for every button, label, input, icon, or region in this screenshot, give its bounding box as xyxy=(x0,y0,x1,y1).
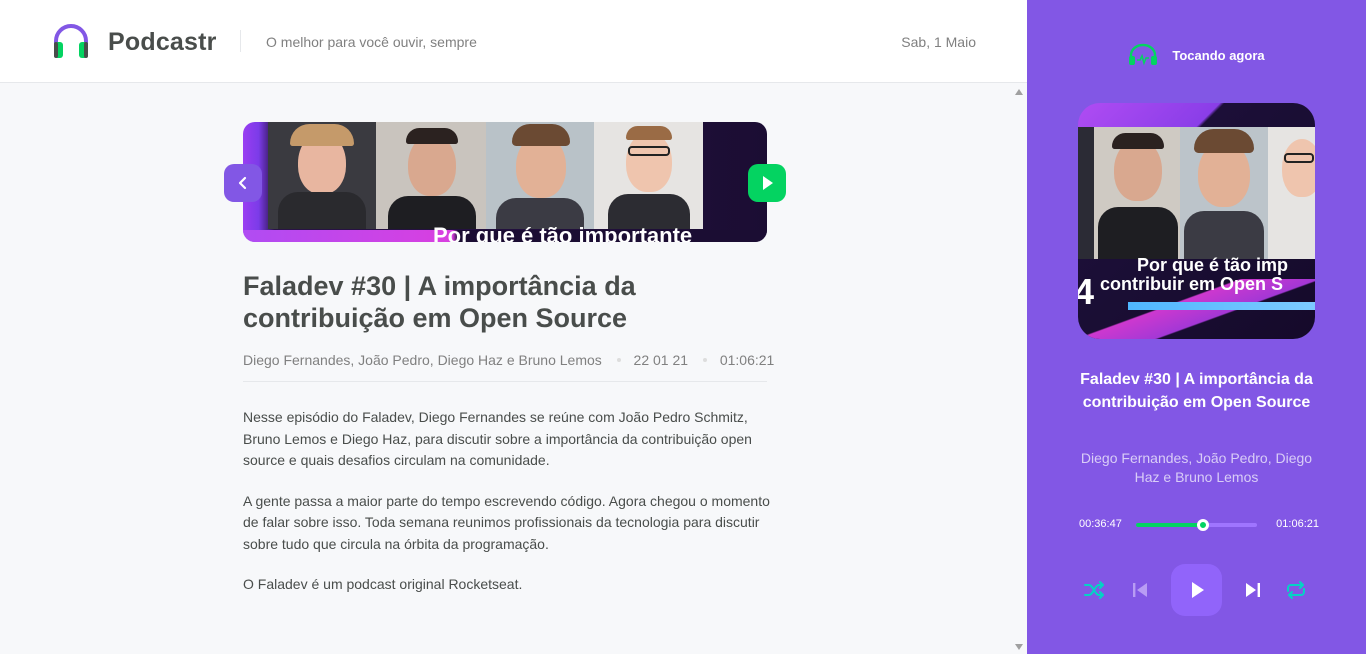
player-episode-title: Faladev #30 | A importância da contribui… xyxy=(1080,371,1313,411)
cover-stripe xyxy=(1128,302,1315,310)
repeat-button[interactable] xyxy=(1284,578,1308,602)
description-paragraph: O Faladev é um podcast original Rocketse… xyxy=(243,576,523,592)
cover-caption-line: Por que é tão imp xyxy=(1137,255,1289,275)
episode-duration: 01:06:21 xyxy=(719,352,775,368)
scroll-down-arrow[interactable] xyxy=(1015,644,1023,650)
meta-separator xyxy=(616,358,621,362)
skip-forward-icon xyxy=(1246,583,1260,597)
back-button[interactable] xyxy=(224,164,262,202)
scroll-up-arrow[interactable] xyxy=(1015,89,1023,95)
headphones-icon xyxy=(54,24,88,58)
repeat-icon xyxy=(1287,581,1305,599)
episode-meta: Diego Fernandes, João Pedro, Diego Haz e… xyxy=(243,352,774,382)
progress-fill xyxy=(1136,523,1204,527)
play-icon xyxy=(1191,582,1204,598)
player-panel: Tocando agora 4 Por que é tão imp contri… xyxy=(1027,0,1366,654)
description-paragraph: Nesse episódio do Faladev, Diego Fernand… xyxy=(243,409,752,468)
thumbnail-caption: Por que é tão importante xyxy=(433,223,693,242)
player-controls xyxy=(1027,563,1366,617)
app-header: Podcastr O melhor para você ouvir, sempr… xyxy=(0,0,1027,83)
cover-caption: Por que é tão imp contribuir em Open S xyxy=(1100,256,1288,294)
episode-title: Faladev #30 | A importância da contribui… xyxy=(243,271,636,333)
page-scrollbar[interactable] xyxy=(1012,83,1024,654)
previous-track-button[interactable] xyxy=(1128,578,1152,602)
episode-cover: 4 Por que é tão imp contribuir em Open S xyxy=(1078,103,1315,339)
episode-date: 22 01 21 xyxy=(633,352,689,368)
chevron-left-icon xyxy=(238,176,247,190)
player-episode-members: Diego Fernandes, João Pedro, Diego Haz e… xyxy=(1080,450,1313,485)
brand-name[interactable]: Podcastr xyxy=(108,28,217,57)
cover-video-strip xyxy=(1078,127,1315,259)
episode-page: Por que é tão importante Faladev #30 | A… xyxy=(0,83,1027,654)
progress-slider[interactable] xyxy=(1136,519,1257,531)
thumbnail-person xyxy=(486,122,594,229)
header-divider xyxy=(240,30,241,52)
episode-description: Nesse episódio do Faladev, Diego Fernand… xyxy=(243,407,773,615)
progress-bar: 00:36:47 01:06:21 xyxy=(1079,516,1319,534)
episode-members: Diego Fernandes, João Pedro, Diego Haz e… xyxy=(243,352,602,368)
cover-caption-line: contribuir em Open S xyxy=(1100,274,1284,294)
cover-number: 4 xyxy=(1078,271,1095,312)
shuffle-button[interactable] xyxy=(1083,578,1107,602)
total-time: 01:06:21 xyxy=(1276,518,1319,530)
thumbnail-person xyxy=(268,122,376,229)
now-playing-header: Tocando agora xyxy=(1027,43,1366,67)
description-paragraph: A gente passa a maior parte do tempo esc… xyxy=(243,492,770,552)
headphones-icon xyxy=(1129,43,1158,66)
skip-back-icon xyxy=(1133,583,1147,597)
header-tagline: O melhor para você ouvir, sempre xyxy=(266,34,477,50)
now-playing-label: Tocando agora xyxy=(1172,47,1265,63)
current-time: 00:36:47 xyxy=(1079,518,1122,530)
play-icon xyxy=(763,176,773,190)
progress-handle[interactable] xyxy=(1197,519,1210,531)
header-date: Sab, 1 Maio xyxy=(901,34,976,50)
play-episode-button[interactable] xyxy=(748,164,786,202)
next-track-button[interactable] xyxy=(1241,578,1265,602)
thumbnail-person xyxy=(594,122,703,229)
thumbnail-person xyxy=(376,122,486,229)
play-button[interactable] xyxy=(1171,564,1222,616)
shuffle-icon xyxy=(1084,581,1104,599)
meta-separator xyxy=(702,358,707,362)
episode-thumbnail: Por que é tão importante xyxy=(243,122,767,242)
